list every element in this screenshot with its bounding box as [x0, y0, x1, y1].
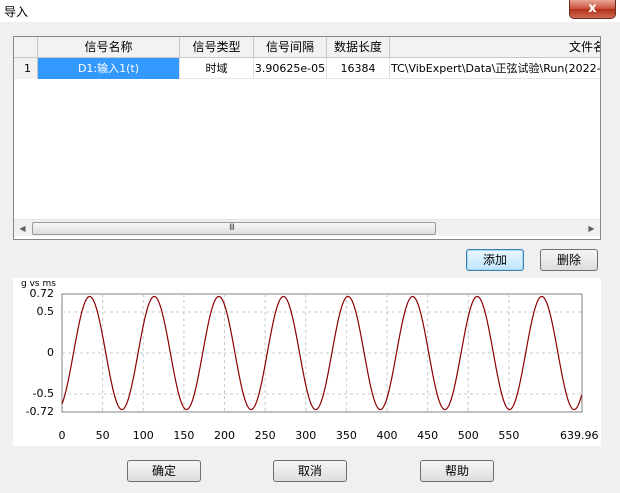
header-signal-interval[interactable]: 信号间隔	[254, 37, 327, 58]
x-tick-label: 0	[58, 429, 66, 442]
cell-file-name[interactable]: TC\VibExpert\Data\正弦试验\Run(2022-11	[390, 58, 600, 79]
delete-button[interactable]: 删除	[540, 249, 598, 271]
table-header: 信号名称 信号类型 信号间隔 数据长度 文件名	[14, 37, 600, 58]
cell-signal-interval[interactable]: 3.90625e-05	[254, 58, 327, 79]
help-button[interactable]: 帮助	[420, 460, 494, 482]
right-arrow-icon[interactable]: ▶	[583, 220, 600, 237]
header-signal-type[interactable]: 信号类型	[180, 37, 254, 58]
add-button[interactable]: 添加	[466, 249, 524, 271]
close-button[interactable]: x	[569, 0, 616, 19]
cancel-button[interactable]: 取消	[273, 460, 347, 482]
signal-preview-chart: g vs ms 0.72 0.5 0 -0.5 -0.72 0 50 100 150 200 250…	[13, 278, 601, 446]
y-tick-label: -0.5	[32, 386, 54, 400]
header-file-name[interactable]: 文件名	[390, 37, 600, 58]
x-tick-label: 350	[335, 429, 357, 442]
y-tick-label: -0.72	[25, 405, 54, 418]
x-tick-label: 50	[95, 429, 110, 442]
y-tick-label: 0.72	[29, 287, 55, 300]
horizontal-scrollbar[interactable]: ◀ III ▶	[14, 219, 600, 236]
x-tick-label: 450	[417, 429, 439, 442]
header-data-length[interactable]: 数据长度	[327, 37, 390, 58]
x-tick-label: 200	[214, 429, 235, 442]
table-row[interactable]: 1 D1:输入1(t) 时域 3.90625e-05 16384 TC\VibE…	[14, 58, 600, 79]
x-tick-label: 500	[457, 429, 479, 442]
row-index: 1	[14, 58, 38, 79]
x-tick-label: 250	[254, 429, 276, 442]
cell-data-length[interactable]: 16384	[327, 58, 390, 79]
x-tick-label: 150	[173, 429, 195, 442]
chart-svg	[61, 293, 583, 413]
left-arrow-icon[interactable]: ◀	[14, 220, 31, 237]
import-dialog: 导入 x 信号名称 信号类型 信号间隔 数据长度 文件名 1 D1:输入1(t)…	[0, 0, 620, 493]
title-bar: 导入 x	[0, 0, 620, 22]
scroll-grip: III	[229, 223, 235, 233]
y-tick-label: 0	[47, 346, 54, 359]
y-tick-label: 0.5	[36, 305, 55, 319]
window-title: 导入	[4, 5, 29, 19]
x-tick-label: 550	[498, 429, 520, 442]
cell-signal-name[interactable]: D1:输入1(t)	[38, 58, 180, 79]
x-tick-label: 100	[132, 429, 154, 442]
x-tick-label: 400	[376, 429, 398, 442]
signal-table[interactable]: 信号名称 信号类型 信号间隔 数据长度 文件名 1 D1:输入1(t) 时域 3…	[13, 36, 601, 240]
scrollbar-thumb[interactable]: III	[32, 222, 436, 235]
header-corner	[14, 37, 38, 58]
x-tick-label: 300	[295, 429, 317, 442]
ok-button[interactable]: 确定	[127, 460, 201, 482]
close-icon: x	[588, 1, 597, 16]
x-tick-label: 639.96	[560, 429, 599, 442]
header-signal-name[interactable]: 信号名称	[38, 37, 180, 58]
cell-signal-type[interactable]: 时域	[180, 58, 254, 79]
